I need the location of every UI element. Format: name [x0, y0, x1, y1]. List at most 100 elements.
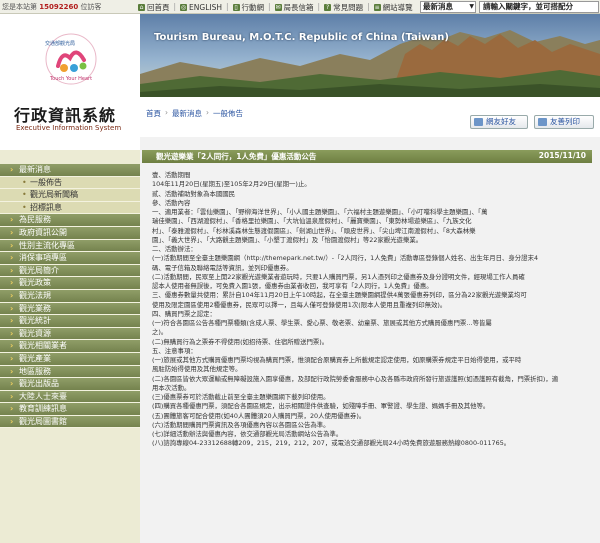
sidebar-item-news[interactable]: 最新消息: [0, 164, 140, 177]
sidebar-item-consumer[interactable]: 消保事項專區: [0, 252, 140, 265]
article-line: 瑞佳樂園」、「西湖渡假村」、「香格里拉樂園」、「大坑仙溫泉度假村」、「麗寶樂園」…: [152, 217, 472, 226]
main-content: 觀光遊樂業「2人同行，1人免費」優惠活動公告 2015/11/10 壹、活動期間…: [140, 137, 600, 543]
article-line: 五、注意事項：: [152, 346, 197, 355]
nav-faq-label: 常見問題: [333, 3, 364, 12]
nav-mobile[interactable]: ▯ 行動網: [232, 2, 264, 13]
print-button[interactable]: 友善列印: [534, 115, 594, 129]
header-banner: Tourism Bureau, M.O.T.C. Republic of Chi…: [140, 14, 600, 97]
sidebar-item-regulations[interactable]: 觀光法規: [0, 289, 140, 303]
search-input[interactable]: 請輸入關鍵字，並可搭配分: [479, 1, 599, 13]
nav-sitemap-label: 網站導覽: [382, 3, 413, 12]
sidebar-item-statistics[interactable]: 觀光統計: [0, 315, 140, 328]
visitor-prefix: 您是本站第: [2, 3, 37, 11]
visitor-suffix: 位訪客: [80, 3, 102, 11]
sidebar-item-bureau-intro[interactable]: 觀光局簡介: [0, 264, 140, 278]
search-placeholder: 請輸入關鍵字，並可搭配分: [483, 2, 573, 11]
banner-title: Tourism Bureau, M.O.T.C. Republic of Chi…: [154, 32, 449, 43]
article-line: (一)旅展或其他方式購買優惠門票均視為購買門票，惟須配合原購買券上所載規定認定使…: [152, 356, 522, 364]
article-line: 園」、「義大世界」、「大路觀主題樂園」、「小墾丁渡假村」及「怡園渡假村」等22家…: [152, 235, 423, 244]
logo-area[interactable]: Touch Your Heart 交通部觀光局 行政資訊系統 Executive…: [0, 14, 140, 150]
article-line: 參、活動內容: [152, 198, 191, 207]
sidebar-item-related-industry[interactable]: 觀光相關業者: [0, 340, 140, 353]
sidebar-item-regional[interactable]: 地區服務: [0, 365, 140, 379]
share-friend-label: 網友好友: [486, 117, 516, 126]
article-line: 一、適用業者：「雲仙樂園」、「野柳海洋世界」、「小人國主題樂園」、「六福村主題遊…: [152, 208, 488, 216]
home-icon: ⌂: [138, 4, 145, 11]
article-title: 觀光遊樂業「2人同行，1人免費」優惠活動公告: [156, 152, 317, 161]
mountain-landscape-image: [140, 30, 600, 97]
article-line: 104年11月20日(星期五)至105年2月29日(星期一)止。: [152, 180, 311, 189]
logo-small-text: 交通部觀光局: [45, 41, 76, 47]
breadcrumb-home[interactable]: 首頁: [146, 108, 161, 119]
article-line: 之)。: [152, 328, 168, 337]
sidebar-item-mainland[interactable]: 大陸人士來臺: [0, 390, 140, 404]
breadcrumb-bar: 首頁 › 最新消息 › 一般佈告 網友好友 友善列印: [140, 97, 600, 137]
sidebar-item-business[interactable]: 觀光業務: [0, 302, 140, 316]
article-body: 壹、活動期間 104年11月20日(星期五)至105年2月29日(星期一)止。 …: [152, 171, 588, 449]
article-line: (二)各園區皆依大眾運輸或無障礙設施入園享優惠，及部配行政院勞委會服務中心及各縣…: [152, 374, 559, 383]
share-friend-button[interactable]: 網友好友: [470, 115, 528, 129]
globe-icon: ◎: [180, 4, 188, 11]
site-subtitle: Executive Information System: [16, 124, 122, 132]
breadcrumb: 首頁 › 最新消息 › 一般佈告: [146, 108, 243, 119]
chevron-right-icon: ›: [206, 108, 209, 117]
sidebar-item-public-service[interactable]: 為民服務: [0, 214, 140, 227]
article-header: 觀光遊樂業「2人同行，1人免費」優惠活動公告 2015/11/10: [142, 150, 592, 163]
article-line: 村」、「泰雅渡假村」、「杉林溪森林生態渡假園區」、「劍湖山世界」、「頑皮世界」、…: [152, 226, 476, 235]
nav-sitemap[interactable]: ≡ 網站導覽: [373, 2, 413, 13]
nav-home[interactable]: ⌂ 回首頁: [138, 2, 170, 13]
sidebar-item-resources[interactable]: 觀光資源: [0, 327, 140, 341]
article-line: 三、優惠券數量共使用：累計自104年11月20日上午10時起，在全臺主題樂園網提…: [152, 291, 527, 300]
nav-english[interactable]: ◎ ENGLISH: [180, 2, 222, 13]
sidebar-item-publications[interactable]: 觀光出版品: [0, 378, 140, 391]
sidebar-item-policy[interactable]: 觀光政策: [0, 277, 140, 290]
article-line: (八)諮詢專線04-23312688轉209，215，219，212，207，或…: [152, 439, 511, 448]
sidebar-menu: 最新消息 一般佈告 觀光局新聞稿 招標訊息 為民服務 政府資訊公開 性別主流化專…: [0, 164, 140, 429]
sidebar-subitem-general-notice[interactable]: 一般佈告: [0, 176, 140, 190]
nav-mailbox-label: 局長信箱: [283, 3, 314, 12]
nav-english-label: ENGLISH: [189, 3, 222, 12]
sidebar: Touch Your Heart 交通部觀光局 行政資訊系統 Executive…: [0, 14, 140, 543]
article-line: 認本人使用者無誤後，可免費入園1張，優惠券由業者收回，我可享有「2人同行，1人免…: [152, 282, 433, 290]
article-line: (四)購買各種優惠門票，須配合各園區規定，出示相關證件供查驗，如殘障手冊、軍警證…: [152, 402, 490, 411]
print-label: 友善列印: [550, 117, 580, 126]
article-line: (三)優惠票券可於活動截止前至全臺主題樂園網下載列印使用。: [152, 393, 330, 401]
article-line: 四、購買門票之認定：: [152, 309, 216, 318]
sitemap-icon: ≡: [373, 4, 381, 11]
article-line: (六)活動期間購買門票資訊及各項優惠內容以各園區公告為準。: [152, 420, 330, 429]
article-line: 壹、活動期間: [152, 171, 191, 179]
search-category-value: 最新消息: [423, 2, 453, 11]
top-nav: ⌂ 回首頁 | ◎ ENGLISH | ▯ 行動網 | ✉ 局長信箱 | ? 常見問題 |…: [138, 2, 413, 13]
nav-mailbox[interactable]: ✉ 局長信箱: [274, 2, 314, 13]
visitor-count: 15092260: [39, 3, 79, 11]
sidebar-item-industry[interactable]: 觀光產業: [0, 352, 140, 366]
site-title: 行政資訊系統: [14, 106, 117, 125]
article-line: (一)活動期間至全臺主題樂園網（http://themepark.net.tw/…: [152, 254, 539, 263]
article-line: 用本次活動。: [152, 383, 191, 392]
sidebar-subitem-tender-info[interactable]: 招標訊息: [0, 201, 140, 215]
article-line: 碼、電子信箱及聯絡電話等資訊，並列印優惠券。: [152, 263, 293, 272]
share-icon: [474, 118, 483, 126]
sidebar-item-gov-info[interactable]: 政府資訊公開: [0, 226, 140, 240]
sidebar-subitem-press-release[interactable]: 觀光局新聞稿: [0, 189, 140, 202]
article-line: (二)活動期間，民眾至上開22家觀光遊樂業者遊玩時，只要1人購買門票，另1人憑列…: [152, 272, 525, 281]
top-bar: 您是本站第 15092260 位訪客 ⌂ 回首頁 | ◎ ENGLISH | ▯ 行動…: [0, 0, 600, 14]
article-line: (七)詳細活動辦法與優惠內容，依交通部觀光局活動網站公告為準。: [152, 430, 343, 438]
breadcrumb-news[interactable]: 最新消息: [172, 108, 202, 119]
nav-faq[interactable]: ? 常見問題: [324, 2, 363, 13]
article-line: 二、活動辦法：: [152, 245, 197, 253]
article-line: 貳、活動補助對象為本國國民: [152, 189, 236, 198]
visitor-counter: 您是本站第 15092260 位訪客: [2, 2, 101, 12]
sidebar-item-training[interactable]: 教育訓練訊息: [0, 403, 140, 416]
sidebar-item-gender[interactable]: 性別主流化專區: [0, 239, 140, 253]
mail-icon: ✉: [274, 4, 282, 11]
question-icon: ?: [324, 4, 332, 11]
sidebar-item-library[interactable]: 觀光局圖書館: [0, 415, 140, 429]
article-line: (五)團體旅客可配合使用(如40人團體須20人購買門票，20人使用優惠券)。: [152, 411, 366, 420]
breadcrumb-general-notice[interactable]: 一般佈告: [213, 108, 243, 119]
article-date: 2015/11/10: [538, 151, 586, 160]
nav-home-label: 回首頁: [147, 3, 170, 12]
printer-icon: [538, 118, 547, 126]
article-line: 使用及限定園區使用2種優惠券，民眾可以擇一，且每人僅可登錄使用1次(限本人使用且…: [152, 300, 447, 309]
search-category-select[interactable]: 最新消息 ▼: [420, 1, 476, 13]
